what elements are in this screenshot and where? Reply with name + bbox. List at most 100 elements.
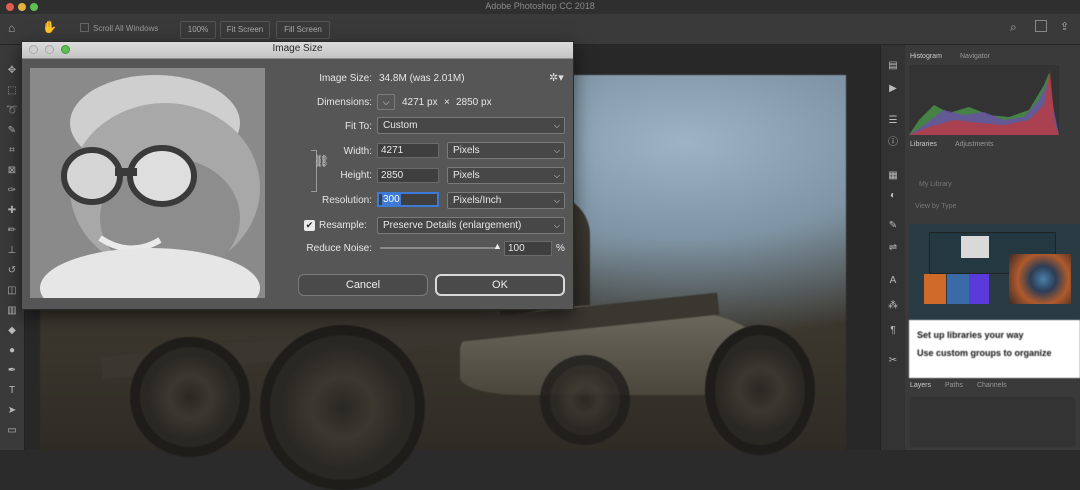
swatches-icon[interactable]: ▦ xyxy=(887,170,899,182)
resample-checkbox[interactable]: ✔ xyxy=(304,220,315,231)
home-icon[interactable]: ⌂ xyxy=(8,21,15,35)
app-titlebar: Adobe Photoshop CC 2018 xyxy=(0,0,1080,14)
dimensions-width: 4271 px xyxy=(402,97,438,108)
tab-paths[interactable]: Paths xyxy=(945,382,963,389)
view-by-type[interactable]: View by Type xyxy=(915,203,956,210)
tab-adjustments[interactable]: Adjustments xyxy=(955,141,994,148)
marquee-tool-icon[interactable]: ⬚ xyxy=(6,85,18,97)
dimensions-unit-dropdown[interactable]: ⌵ xyxy=(377,94,395,110)
tab-layers[interactable]: Layers xyxy=(910,382,931,389)
info-icon[interactable]: ⓘ xyxy=(887,137,899,149)
properties-icon[interactable]: ☰ xyxy=(887,115,899,127)
promo-body: Use custom groups to organize xyxy=(917,348,1052,358)
library-promo-text: Set up libraries your way Use custom gro… xyxy=(909,320,1080,378)
actions-play-icon[interactable]: ▶ xyxy=(887,83,899,95)
dialog-title: Image Size xyxy=(272,43,323,54)
healing-brush-icon[interactable]: ✚ xyxy=(6,205,18,217)
tool-presets-icon[interactable]: ✂ xyxy=(887,355,899,367)
pen-tool-icon[interactable]: ✒ xyxy=(6,365,18,377)
eyedropper-icon[interactable]: ✑ xyxy=(6,185,18,197)
promo-eye-image xyxy=(1009,254,1071,304)
path-select-icon[interactable]: ➤ xyxy=(6,405,18,417)
type-tool-icon[interactable]: T xyxy=(6,385,18,397)
move-tool-icon[interactable]: ✥ xyxy=(6,65,18,77)
histogram-graph xyxy=(909,65,1059,135)
reduce-noise-slider-thumb[interactable]: ▲ xyxy=(493,241,502,251)
brush-tool-icon[interactable]: ✏ xyxy=(6,225,18,237)
photo-wheel-rear xyxy=(260,325,425,490)
photo-wheel-rear-2 xyxy=(130,337,250,457)
library-name[interactable]: My Library xyxy=(919,181,952,188)
promo-logo-tile xyxy=(961,236,989,258)
frame-tool-icon[interactable]: ⊠ xyxy=(6,165,18,177)
height-unit-value: Pixels xyxy=(453,170,480,181)
share-icon[interactable]: ⇪ xyxy=(1060,20,1069,33)
zoom-100-button[interactable]: 100% xyxy=(180,21,216,39)
height-unit-select[interactable]: Pixels ⌵ xyxy=(447,167,565,184)
glyphs-icon[interactable]: ⁂ xyxy=(887,300,899,312)
fit-to-select[interactable]: Custom ⌵ xyxy=(377,117,565,134)
shape-tool-icon[interactable]: ▭ xyxy=(6,425,18,437)
library-promo-image xyxy=(909,224,1080,320)
fit-to-value: Custom xyxy=(383,120,418,131)
image-size-value: 34.8M (was 2.01M) xyxy=(379,73,465,84)
reduce-noise-label: Reduce Noise: xyxy=(306,243,372,254)
chevron-down-icon: ⌵ xyxy=(553,121,560,130)
panel-icon-column: ▤ ▶ ☰ ⓘ ▦ ◐ ✎ ⇌ A ⁂ ¶ ✂ xyxy=(880,45,906,450)
layers-list[interactable] xyxy=(910,397,1075,447)
width-unit-select[interactable]: Pixels ⌵ xyxy=(447,142,565,159)
resolution-unit-select[interactable]: Pixels/Inch ⌵ xyxy=(447,192,565,209)
resolution-unit-value: Pixels/Inch xyxy=(453,195,502,206)
paragraph-icon[interactable]: ¶ xyxy=(887,325,899,337)
clone-stamp-icon[interactable]: ⊥ xyxy=(6,245,18,257)
dimensions-height: 2850 px xyxy=(456,97,492,108)
search-icon[interactable]: ⌕ xyxy=(1010,20,1017,35)
tab-histogram[interactable]: Histogram xyxy=(910,53,942,60)
workspace-icon[interactable] xyxy=(1035,20,1047,32)
character-icon[interactable]: A xyxy=(887,275,899,287)
dimensions-label: Dimensions: xyxy=(316,97,372,108)
crop-tool-icon[interactable]: ⌗ xyxy=(6,145,18,157)
photo-wheel-front-2 xyxy=(540,355,630,445)
tab-navigator[interactable]: Navigator xyxy=(960,53,990,60)
history-panel-icon[interactable]: ▤ xyxy=(887,60,899,72)
cancel-button[interactable]: Cancel xyxy=(298,274,428,296)
image-preview[interactable] xyxy=(30,68,265,298)
width-input[interactable]: 4271 xyxy=(377,143,439,158)
scroll-all-windows-checkbox[interactable] xyxy=(80,23,89,32)
image-size-label: Image Size: xyxy=(319,73,372,84)
resample-value: Preserve Details (enlargement) xyxy=(383,220,522,231)
resample-select[interactable]: Preserve Details (enlargement) ⌵ xyxy=(377,217,565,234)
lasso-tool-icon[interactable]: ➰ xyxy=(6,105,18,117)
gear-icon[interactable]: ✲▾ xyxy=(549,71,564,84)
dimensions-times: × xyxy=(444,97,450,108)
dodge-tool-icon[interactable]: ● xyxy=(6,345,18,357)
chevron-down-icon: ⌵ xyxy=(553,146,560,155)
color-icon[interactable]: ◐ xyxy=(887,190,899,202)
width-unit-value: Pixels xyxy=(453,145,480,156)
ok-button[interactable]: OK xyxy=(435,274,565,296)
gradient-tool-icon[interactable]: ▥ xyxy=(6,305,18,317)
brush-settings-icon[interactable]: ✎ xyxy=(887,220,899,232)
reduce-noise-input[interactable]: 100 xyxy=(504,241,552,256)
resolution-label: Resolution: xyxy=(321,195,372,206)
tab-libraries[interactable]: Libraries xyxy=(910,141,937,148)
height-label: Height: xyxy=(340,170,372,181)
promo-title: Set up libraries your way xyxy=(917,330,1024,340)
history-brush-icon[interactable]: ↺ xyxy=(6,265,18,277)
resolution-input[interactable]: 300 xyxy=(377,192,439,207)
fill-screen-button[interactable]: Fill Screen xyxy=(276,21,330,39)
tab-channels[interactable]: Channels xyxy=(977,382,1007,389)
scroll-all-windows-label: Scroll All Windows xyxy=(93,24,159,33)
eraser-icon[interactable]: ◫ xyxy=(6,285,18,297)
adjust-sliders-icon[interactable]: ⇌ xyxy=(887,242,899,254)
height-input[interactable]: 2850 xyxy=(377,168,439,183)
fit-to-label: Fit To: xyxy=(344,121,372,132)
blur-tool-icon[interactable]: ◆ xyxy=(6,325,18,337)
quick-select-icon[interactable]: ✎ xyxy=(6,125,18,137)
dialog-titlebar[interactable]: Image Size xyxy=(22,42,573,59)
hand-tool-icon[interactable]: ✋ xyxy=(42,20,57,34)
reduce-noise-slider-track[interactable] xyxy=(380,247,498,249)
fit-screen-button[interactable]: Fit Screen xyxy=(220,21,270,39)
resample-label: Resample: xyxy=(319,220,367,231)
